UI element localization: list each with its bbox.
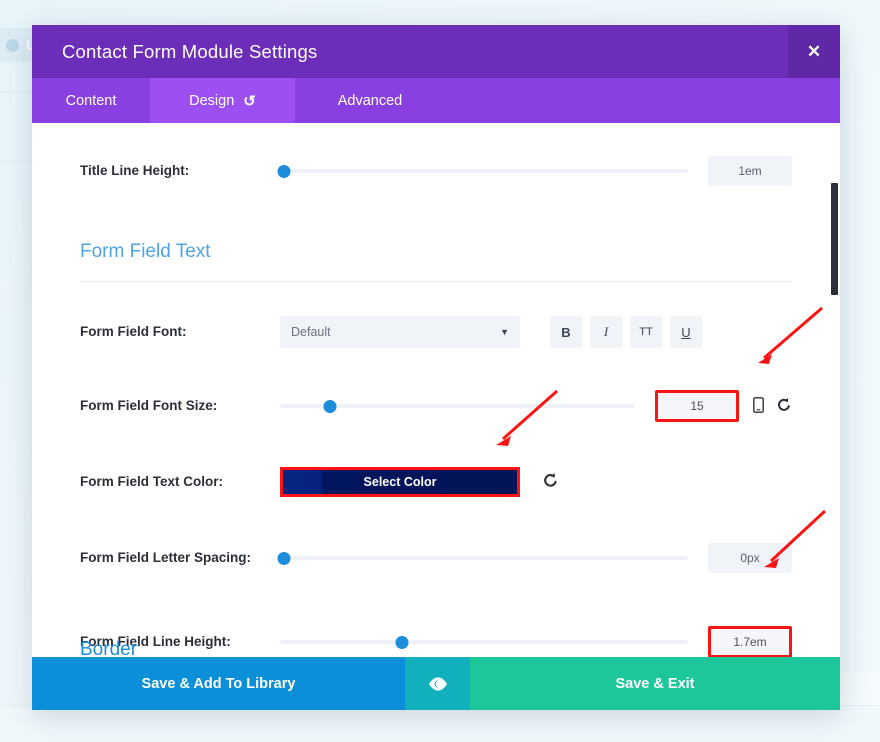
tab-advanced[interactable]: Advanced [295,78,445,123]
underline-button[interactable]: U [670,316,702,348]
row-form-field-font-size: Form Field Font Size: 15 [80,384,792,428]
modal-footer: Save & Add To Library Save & Exit [32,657,840,710]
row-form-field-font: Form Field Font: Default ▼ B I TT U [80,310,792,354]
row-form-field-letter-spacing: Form Field Letter Spacing: 0px [80,536,792,580]
background-toolbar-dot [6,38,19,52]
mobile-icon-svg [753,396,764,413]
font-style-buttons: B I TT U [550,316,702,348]
tab-bar: Content Design ↺ Advanced [32,78,840,123]
settings-scroll-area[interactable]: Title Line Height: 1em Form Field Text F… [32,123,840,657]
tab-design-reset-icon[interactable]: ↺ [243,92,256,110]
label-form-field-font: Form Field Font: [80,323,187,339]
slider-form-field-letter-spacing[interactable] [277,548,688,568]
save-add-to-library-button[interactable]: Save & Add To Library [32,657,405,710]
tab-content-label: Content [65,92,117,109]
label-form-field-letter-spacing: Form Field Letter Spacing: [80,549,252,565]
slider-form-field-font-size[interactable] [280,396,635,416]
slider-form-field-line-height[interactable] [280,632,688,652]
section-heading-form-field-text: Form Field Text [80,241,211,262]
form-field-font-value: Default [291,325,331,339]
background-bottom-bar [0,706,880,742]
slider-handle[interactable] [277,164,291,178]
device-controls [753,396,792,416]
mobile-device-icon[interactable] [753,396,764,416]
value-form-field-line-height[interactable]: 1.7em [708,626,792,657]
eye-icon [428,676,447,691]
label-form-field-text-color: Form Field Text Color: [80,473,224,489]
value-title-line-height[interactable]: 1em [708,156,792,186]
reset-icon[interactable] [776,397,792,416]
row-form-field-text-color: Form Field Text Color: Select Color [80,460,792,504]
reset-icon[interactable] [542,472,559,492]
slider-handle[interactable] [323,399,337,413]
section-divider [80,281,792,282]
form-field-font-select[interactable]: Default ▼ [280,316,520,348]
reset-icon-svg [544,472,557,487]
slider-track [280,640,688,644]
tab-content[interactable]: Content [32,78,150,123]
uppercase-button[interactable]: TT [630,316,662,348]
slider-handle[interactable] [395,635,409,649]
tab-design-label: Design [189,92,235,109]
chevron-down-icon: ▼ [500,327,509,337]
value-form-field-letter-spacing[interactable]: 0px [708,543,792,573]
bold-button[interactable]: B [550,316,582,348]
close-icon[interactable]: ✕ [788,25,840,78]
module-settings-modal: Contact Form Module Settings ✕ Content D… [32,25,840,710]
save-exit-button[interactable]: Save & Exit [470,657,840,710]
page-title: Contact Form Module Settings [62,40,318,62]
italic-button[interactable]: I [590,316,622,348]
slider-track [280,169,688,173]
tab-advanced-label: Advanced [337,92,403,109]
settings-body: Title Line Height: 1em Form Field Text F… [32,123,840,657]
reset-icon-svg [778,397,790,411]
label-title-line-height: Title Line Height: [80,162,190,178]
tab-design[interactable]: Design ↺ [150,78,295,123]
select-color-button[interactable]: Select Color [280,467,520,497]
row-title-line-height: Title Line Height: 1em [80,149,792,193]
scrollbar-thumb[interactable] [831,183,838,295]
section-heading-border: Border [80,639,138,657]
label-form-field-font-size: Form Field Font Size: [80,397,218,413]
preview-button[interactable] [405,657,470,710]
modal-header: Contact Form Module Settings ✕ [32,25,840,78]
slider-track [280,556,688,560]
row-form-field-line-height: Form Field Line Height: 1.7em [80,620,792,657]
value-form-field-font-size[interactable]: 15 [655,390,739,422]
slider-title-line-height[interactable] [277,161,688,181]
slider-handle[interactable] [277,551,291,565]
